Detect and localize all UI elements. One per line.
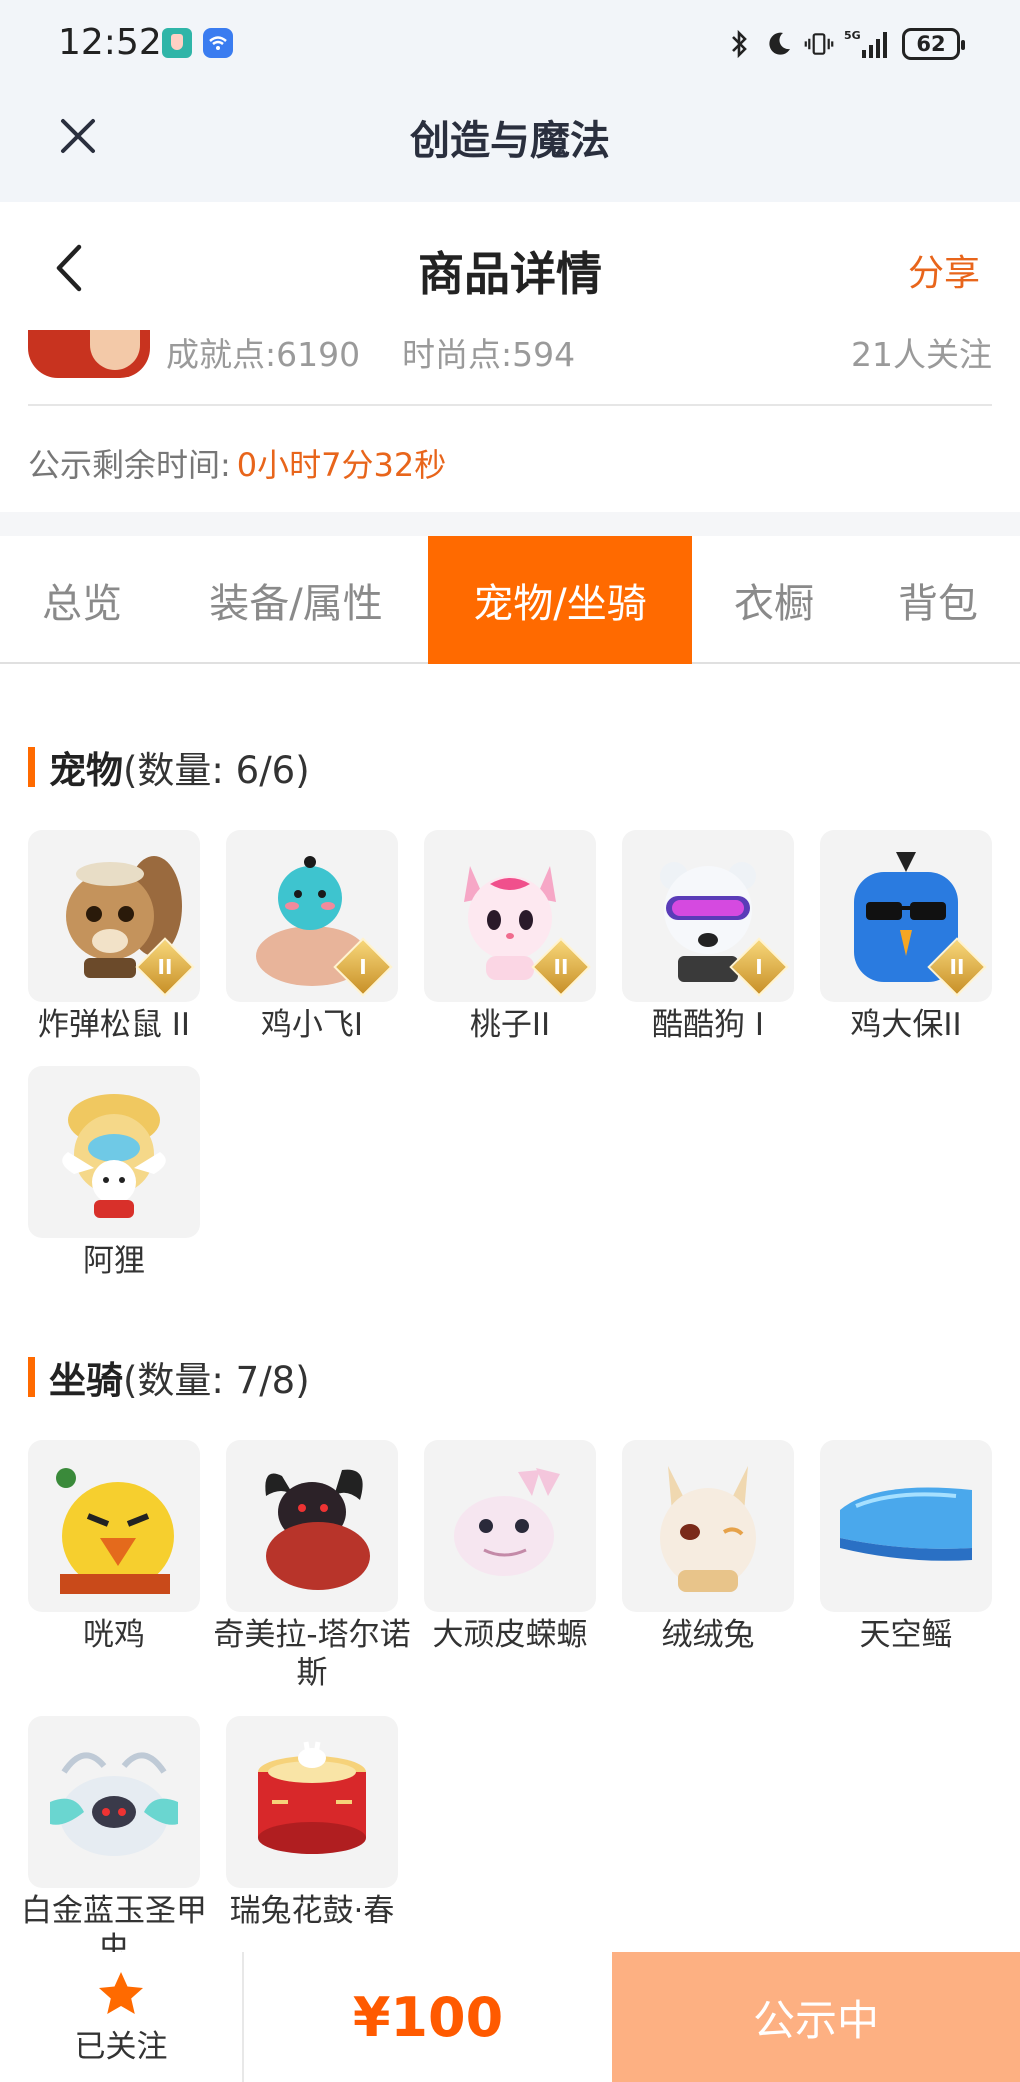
app-title: 创造与魔法 [410, 118, 610, 164]
mounts-section-title: 坐骑 (数量: 7/8) [28, 1350, 310, 1404]
pet-item[interactable]: II 鸡大保II [820, 830, 992, 1044]
cool-dog-pet-icon: I [622, 830, 794, 1002]
achievement-points: 成就点:6190 [166, 335, 361, 374]
countdown-value: 0小时7分32秒 [236, 446, 447, 484]
pets-section-title: 宠物 (数量: 6/6) [28, 740, 310, 794]
mount-item[interactable]: 咣鸡 [28, 1440, 200, 1654]
status-bar: 12:52 5G 62 [0, 0, 1020, 82]
bluetooth-icon [724, 27, 754, 61]
mount-item[interactable]: 奇美拉-塔尔诺斯 [213, 1440, 411, 1692]
bottom-bar: 已关注 ¥100 公示中 [0, 1952, 1020, 2082]
yellow-chicken-mount-icon [28, 1440, 200, 1612]
follow-label: 已关注 [74, 2028, 168, 2065]
mount-name: 奇美拉-塔尔诺斯 [213, 1617, 411, 1691]
fashion-points: 时尚点:594 [402, 335, 576, 374]
pet-name: 炸弹松鼠 II [37, 1007, 191, 1043]
pets-count: (数量: 6/6) [123, 749, 310, 792]
notification-app-icon [162, 28, 192, 58]
public-notice-button[interactable]: 公示中 [612, 1952, 1020, 2082]
pet-name: 桃子II [469, 1007, 551, 1043]
tab-equipment[interactable]: 装备/属性 [186, 536, 406, 664]
rabbit-drum-mount-icon [226, 1716, 398, 1888]
tab-backpack[interactable]: 背包 [876, 536, 1000, 664]
pink-cat-pet-icon: II [424, 830, 596, 1002]
mount-name: 天空鳐 [859, 1617, 953, 1653]
battery-icon: 62 [902, 28, 965, 60]
avatar [28, 330, 150, 378]
mount-name: 咣鸡 [83, 1617, 145, 1653]
follow-count: 21人关注 [851, 335, 992, 374]
sky-ray-mount-icon [820, 1440, 992, 1612]
page-header: 商品详情 分享 [0, 202, 1020, 330]
status-icons: 5G 62 [724, 24, 965, 64]
mounts-title: 坐骑 [49, 1359, 123, 1402]
do-not-disturb-moon-icon [764, 27, 794, 61]
section-gap [0, 512, 1020, 536]
mount-item[interactable]: 瑞兔花鼓·春 [226, 1716, 398, 1930]
pet-item[interactable]: I 酷酷狗 I [622, 830, 794, 1044]
countdown-row: 公示剩余时间: 0小时7分32秒 [28, 440, 446, 486]
pet-name: 酷酷狗 I [652, 1007, 764, 1043]
pet-name: 鸡小飞I [260, 1007, 364, 1043]
follow-button[interactable]: 已关注 [0, 1952, 242, 2082]
wifi-notification-icon [203, 28, 233, 58]
app-header: 创造与魔法 [0, 82, 1020, 202]
mount-item[interactable]: 大顽皮蝾螈 [424, 1440, 596, 1654]
section-marker [28, 747, 35, 787]
mount-item[interactable]: 天空鳐 [820, 1440, 992, 1654]
lion-hat-pet-icon [28, 1066, 200, 1238]
divider [28, 404, 992, 406]
tab-overview[interactable]: 总览 [18, 536, 146, 664]
mounts-count: (数量: 7/8) [123, 1359, 310, 1402]
pets-title: 宠物 [49, 749, 123, 792]
pet-name: 鸡大保II [850, 1007, 962, 1043]
price: ¥100 [352, 1985, 504, 2049]
tab-bar: 总览 装备/属性 宠物/坐骑 衣橱 背包 [0, 536, 1020, 664]
chimera-mount-icon [226, 1440, 398, 1612]
vibrate-icon [804, 27, 834, 61]
status-time: 12:52 [58, 22, 162, 63]
tab-wardrobe[interactable]: 衣橱 [712, 536, 836, 664]
mount-item[interactable]: 白金蓝玉圣甲虫 [21, 1716, 207, 1968]
share-button[interactable]: 分享 [908, 244, 980, 296]
tab-pets-mounts[interactable]: 宠物/坐骑 [428, 536, 692, 664]
svg-text:5G: 5G [844, 29, 861, 42]
fluffy-rabbit-mount-icon [622, 1440, 794, 1612]
pet-item[interactable]: II 桃子II [424, 830, 596, 1044]
mount-name: 大顽皮蝾螈 [432, 1617, 588, 1653]
blue-bird-pet-icon: I [226, 830, 398, 1002]
scarab-mount-icon [28, 1716, 200, 1888]
pet-name: 阿狸 [83, 1243, 145, 1279]
mount-name: 绒绒兔 [661, 1617, 755, 1653]
pet-item[interactable]: 阿狸 [28, 1066, 200, 1280]
sunglasses-bird-pet-icon: II [820, 830, 992, 1002]
countdown-label: 公示剩余时间: [28, 446, 231, 484]
star-icon [99, 1971, 143, 2014]
axolotl-mount-icon [424, 1440, 596, 1612]
pet-item[interactable]: I 鸡小飞I [226, 830, 398, 1044]
page-title: 商品详情 [418, 247, 602, 301]
mount-item[interactable]: 绒绒兔 [622, 1440, 794, 1654]
squirrel-pet-icon: II [28, 830, 200, 1002]
mount-name: 瑞兔花鼓·春 [229, 1893, 395, 1929]
section-marker [28, 1357, 35, 1397]
signal-5g-icon: 5G [844, 27, 892, 61]
pet-item[interactable]: II 炸弹松鼠 II [28, 830, 200, 1044]
